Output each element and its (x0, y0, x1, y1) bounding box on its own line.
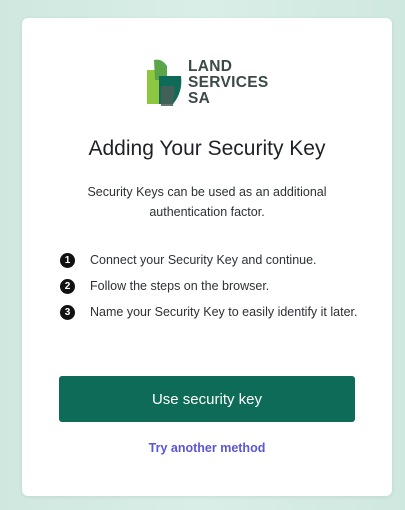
logo-line-1: LAND (188, 58, 233, 75)
step-number-badge: 1 (60, 253, 75, 268)
try-another-method-link[interactable]: Try another method (22, 441, 392, 455)
logo-wordmark: LAND SERVICES SA (188, 59, 269, 107)
step-number-badge: 3 (60, 305, 75, 320)
steps-list: 1 Connect your Security Key and continue… (60, 250, 360, 328)
step-text: Connect your Security Key and continue. (90, 253, 317, 267)
step-text: Follow the steps on the browser. (90, 279, 270, 293)
land-services-sa-logo: LAND SERVICES SA (145, 56, 275, 112)
logo-line-3: SA (188, 90, 211, 107)
use-security-key-button[interactable]: Use security key (59, 376, 355, 422)
step-number-badge: 2 (60, 279, 75, 294)
step-item: 3 Name your Security Key to easily ident… (60, 302, 360, 323)
page-title: Adding Your Security Key (88, 137, 326, 160)
step-item: 1 Connect your Security Key and continue… (60, 250, 360, 271)
leaf-logo-icon (147, 59, 182, 106)
step-item: 2 Follow the steps on the browser. (60, 276, 360, 297)
logo-line-2: SERVICES (188, 74, 269, 91)
step-text: Name your Security Key to easily identif… (90, 305, 358, 319)
page-description: Security Keys can be used as an addition… (87, 185, 327, 219)
